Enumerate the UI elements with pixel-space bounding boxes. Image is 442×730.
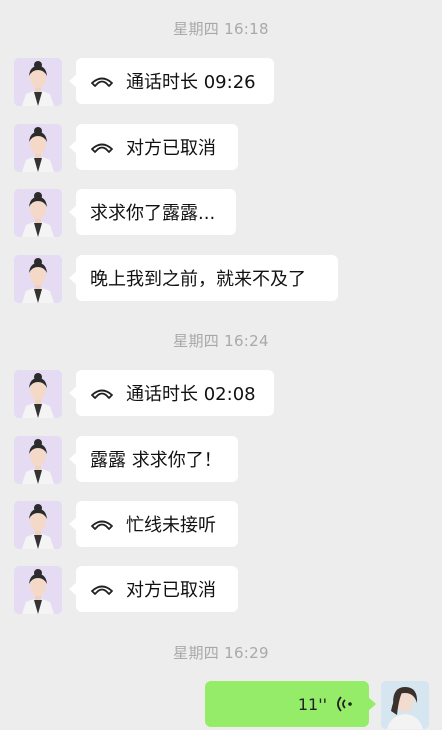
message-text: 通话时长 09:26	[126, 72, 256, 93]
contact-avatar[interactable]	[14, 124, 62, 172]
message-text: 通话时长 02:08	[126, 384, 256, 405]
phone-handset-icon	[90, 386, 114, 400]
contact-avatar[interactable]	[14, 501, 62, 549]
message-bubble[interactable]: 对方已取消	[69, 124, 238, 170]
contact-avatar[interactable]	[14, 436, 62, 484]
message-bubble[interactable]: 忙线未接听	[69, 501, 238, 547]
message-bubble[interactable]: 对方已取消	[69, 566, 238, 612]
timestamp: 星期四 16:18	[173, 20, 269, 38]
contact-avatar[interactable]	[14, 370, 62, 418]
message-bubble[interactable]: 求求你了露露...	[69, 189, 236, 235]
phone-handset-icon	[90, 74, 114, 88]
message-bubble[interactable]: 通话时长 02:08	[69, 370, 274, 416]
my-avatar[interactable]	[381, 681, 429, 729]
timestamp: 星期四 16:29	[173, 644, 269, 662]
voice-wave-icon	[337, 695, 353, 713]
voice-message-bubble[interactable]: 11''	[205, 681, 376, 727]
message-text: 对方已取消	[126, 138, 216, 159]
contact-avatar[interactable]	[14, 255, 62, 303]
message-text: 晚上我到之前，就来不及了	[90, 269, 306, 290]
message-bubble[interactable]: 露露 求求你了！	[69, 436, 238, 482]
timestamp: 星期四 16:24	[173, 332, 269, 350]
message-text: 对方已取消	[126, 580, 216, 601]
phone-handset-icon	[90, 582, 114, 596]
phone-handset-icon	[90, 140, 114, 154]
message-bubble[interactable]: 通话时长 09:26	[69, 58, 274, 104]
message-text: 忙线未接听	[126, 515, 216, 536]
contact-avatar[interactable]	[14, 566, 62, 614]
contact-avatar[interactable]	[14, 189, 62, 237]
message-text: 露露 求求你了！	[90, 450, 222, 471]
phone-handset-icon	[90, 517, 114, 531]
message-text: 求求你了露露...	[90, 203, 216, 224]
message-bubble[interactable]: 晚上我到之前，就来不及了	[69, 255, 338, 301]
contact-avatar[interactable]	[14, 58, 62, 106]
voice-duration: 11''	[297, 694, 327, 714]
